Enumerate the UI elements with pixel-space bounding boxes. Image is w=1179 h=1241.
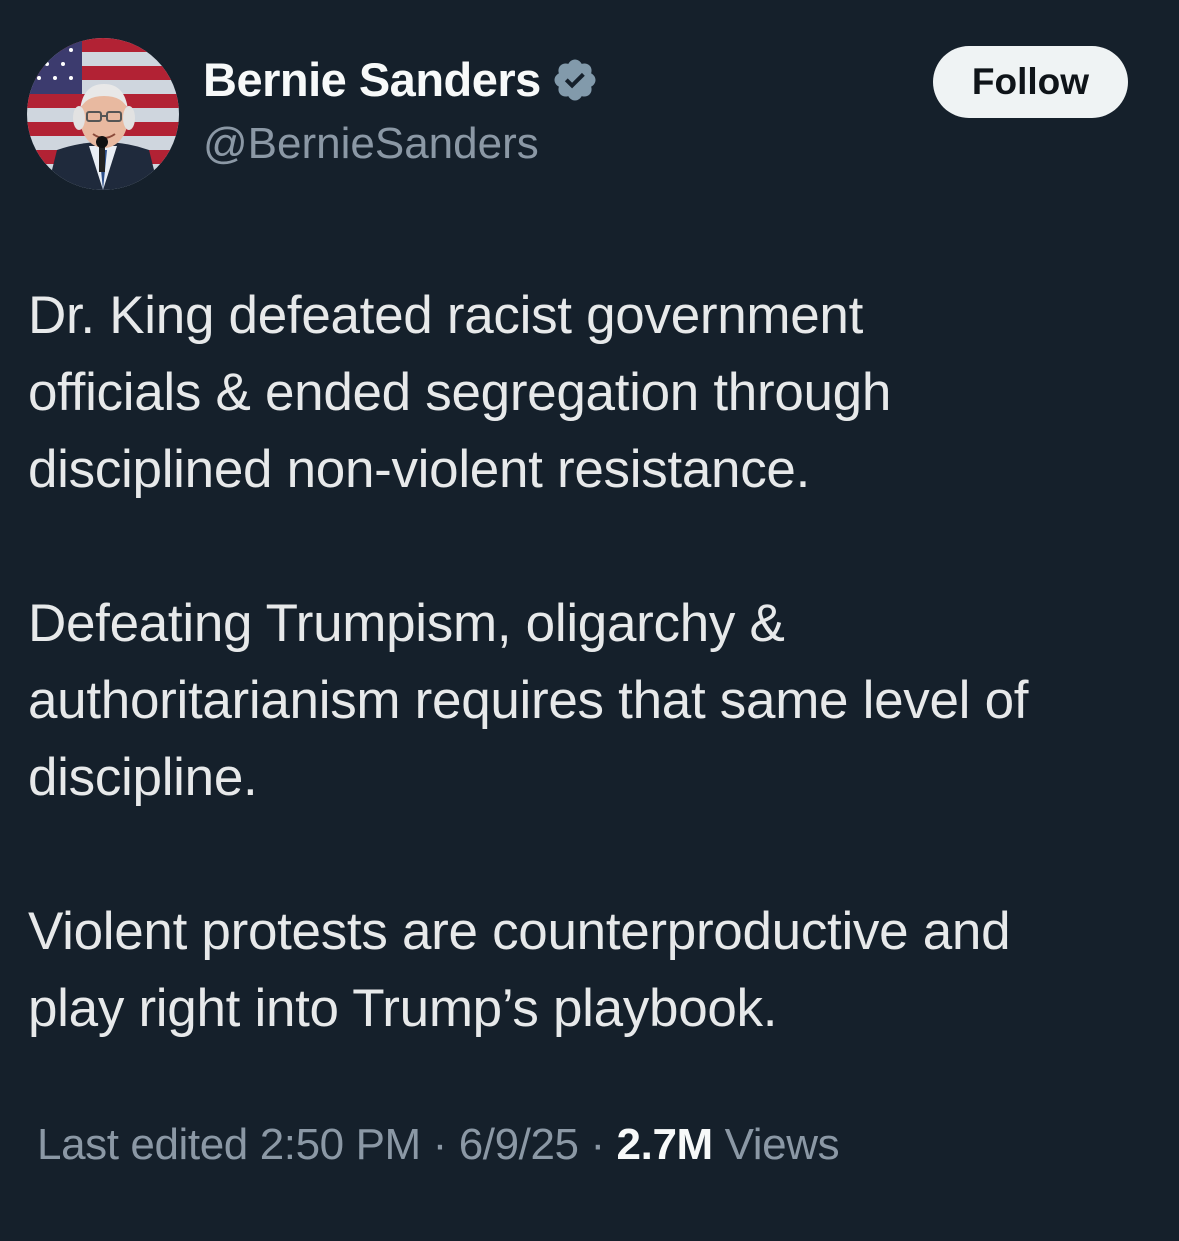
meta-separator: · bbox=[590, 1120, 605, 1169]
tweet-line: authoritarianism requires that same leve… bbox=[28, 671, 1029, 730]
author-name[interactable]: Bernie Sanders bbox=[203, 52, 599, 107]
tweet-paragraph: Dr. King defeated racist government offi… bbox=[28, 277, 1168, 508]
meta-separator: · bbox=[432, 1120, 448, 1169]
tweet-line: disciplined non-violent resistance. bbox=[28, 440, 810, 499]
tweet-line: Dr. King defeated racist government bbox=[28, 286, 864, 345]
tweet-line: Violent protests are counterproductive a… bbox=[28, 902, 1011, 961]
follow-button[interactable]: Follow bbox=[933, 46, 1128, 118]
avatar-image bbox=[27, 38, 179, 190]
tweet-line: officials & ended segregation through bbox=[28, 363, 892, 422]
tweet-body: Dr. King defeated racist government offi… bbox=[28, 277, 1168, 1047]
author-handle[interactable]: @BernieSanders bbox=[203, 119, 539, 169]
tweet-date[interactable]: 6/9/25 bbox=[459, 1120, 579, 1169]
edited-label[interactable]: Last edited bbox=[37, 1120, 248, 1169]
views-count[interactable]: 2.7M bbox=[617, 1120, 714, 1169]
views-label[interactable]: Views bbox=[725, 1120, 840, 1169]
tweet-paragraph: Violent protests are counterproductive a… bbox=[28, 893, 1168, 1047]
tweet-card: Bernie Sanders @BernieSanders Follow Dr.… bbox=[0, 0, 1179, 1241]
tweet-paragraph: Defeating Trumpism, oligarchy & authorit… bbox=[28, 585, 1168, 816]
tweet-line: play right into Trump’s playbook. bbox=[28, 979, 778, 1038]
verified-badge-icon[interactable] bbox=[551, 56, 599, 104]
tweet-line: Defeating Trumpism, oligarchy & bbox=[28, 594, 785, 653]
author-name-text[interactable]: Bernie Sanders bbox=[203, 52, 541, 107]
avatar[interactable] bbox=[27, 38, 179, 190]
tweet-meta: Last edited 2:50 PM · 6/9/25 · 2.7M View… bbox=[37, 1120, 840, 1170]
tweet-line: discipline. bbox=[28, 748, 258, 807]
tweet-time[interactable]: 2:50 PM bbox=[260, 1120, 421, 1169]
